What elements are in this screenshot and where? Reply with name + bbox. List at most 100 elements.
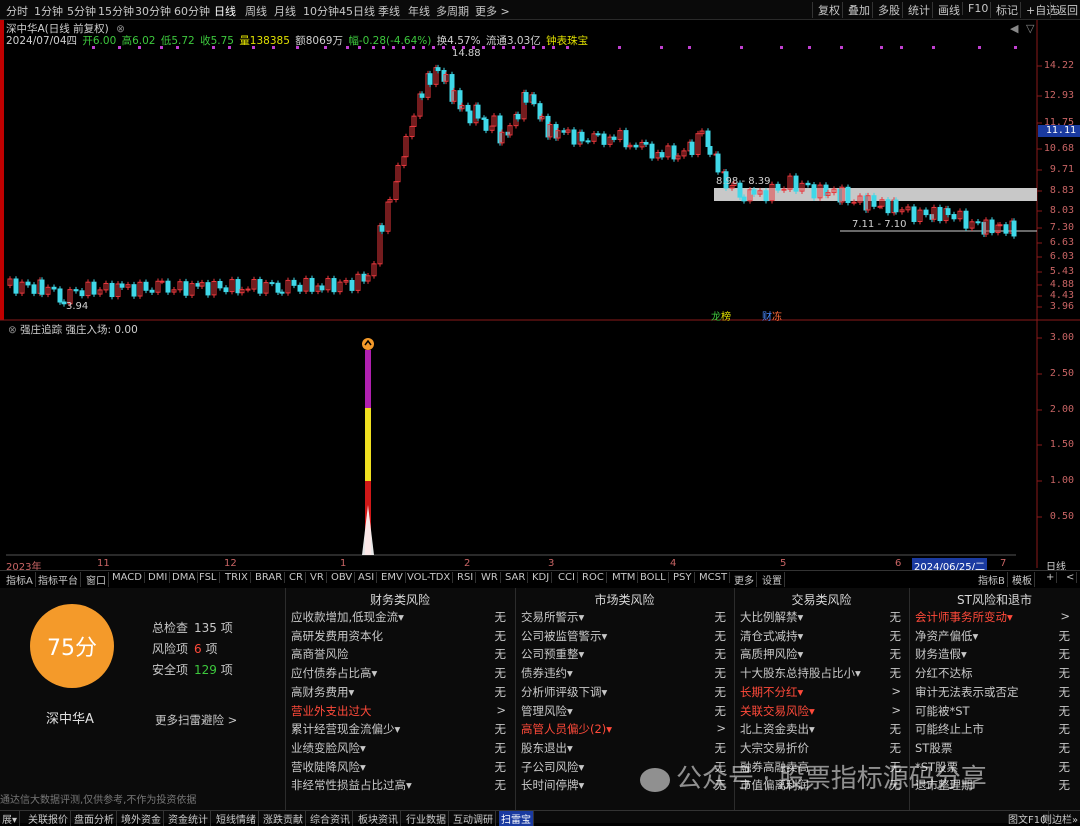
bottom-tab[interactable]: 盘面分析 (72, 811, 117, 826)
indicator-collapse-icon[interactable]: ⊗ (8, 324, 17, 336)
indicator-tab[interactable]: DMI (146, 572, 171, 583)
risk-item-label[interactable]: ST股票 (915, 740, 952, 756)
bottom-tab[interactable]: 境外资金 (119, 811, 164, 826)
risk-item-label[interactable]: 债券违约▾ (521, 665, 573, 681)
risk-item-label[interactable]: 长时间停牌▾ (521, 777, 584, 793)
risk-item-label[interactable]: 高管人员偏少(2)▾ (521, 721, 612, 737)
bottom-tab-active[interactable]: 扫雷宝 (499, 811, 534, 826)
period-tab[interactable]: 15分钟 (98, 3, 134, 19)
risk-item-label[interactable]: 股东退出▾ (521, 740, 573, 756)
indicator-tab[interactable]: SAR (503, 572, 529, 583)
lhb-badge[interactable]: 龙榜 (711, 308, 731, 323)
indicator-tab[interactable]: CR (287, 572, 306, 583)
risk-item-label[interactable]: 审计无法表示或否定 (915, 684, 1019, 700)
detail-chevron-icon[interactable]: > (710, 721, 726, 735)
indicator-tab[interactable]: FSL (197, 572, 220, 583)
period-tab[interactable]: 季线 (378, 3, 400, 19)
mark-button[interactable]: 标记 (990, 2, 1018, 18)
detail-chevron-icon[interactable]: > (885, 703, 901, 717)
add-indicator-button[interactable]: + (1044, 572, 1058, 583)
period-tab[interactable]: 周线 (245, 3, 267, 19)
period-tab[interactable]: 60分钟 (174, 3, 210, 19)
risk-item-label[interactable]: 北上资金卖出▾ (740, 721, 815, 737)
fuquan-button[interactable]: 复权 (812, 2, 840, 18)
indicator-tab[interactable]: BRAR (253, 572, 286, 583)
settings-tab[interactable]: 设置 (760, 572, 785, 587)
risk-item-label[interactable]: 大宗交易折价 (740, 740, 809, 756)
period-tab[interactable]: 月线 (274, 3, 296, 19)
risk-item-label[interactable]: 营收陡降风险▾ (291, 759, 366, 775)
risk-item-label[interactable]: 营业外支出过大 (291, 703, 372, 719)
risk-item-label[interactable]: 大比例解禁▾ (740, 609, 803, 625)
indicator-tab[interactable]: MCST (697, 572, 731, 583)
bottom-tab[interactable]: 互动调研 (451, 811, 496, 826)
period-tab[interactable]: 年线 (408, 3, 430, 19)
risk-item-label[interactable]: 交易所警示▾ (521, 609, 584, 625)
period-tab[interactable]: 10分钟 (303, 3, 339, 19)
draw-line-button[interactable]: 画线 (932, 2, 960, 18)
period-tab[interactable]: 多周期 (436, 3, 469, 19)
chevron-left-icon[interactable]: ◀ (1010, 22, 1018, 35)
indicator-tab[interactable]: TRIX (223, 572, 251, 583)
bottom-tab[interactable]: 短线情绪 (214, 811, 259, 826)
more-periods-button[interactable]: 更多 > (475, 3, 510, 19)
detail-chevron-icon[interactable]: > (885, 684, 901, 698)
risk-item-label[interactable]: 公司预重整▾ (521, 646, 584, 662)
indicator-tab[interactable]: BOLL (638, 572, 669, 583)
indicator-tab[interactable]: OBV (329, 572, 356, 583)
risk-item-label[interactable]: 净资产偏低▾ (915, 628, 978, 644)
indicator-tab[interactable]: MACD (110, 572, 145, 583)
back-button[interactable]: 返回 (1050, 2, 1078, 18)
risk-item-label[interactable]: 应付债券占比高▾ (291, 665, 377, 681)
period-tab[interactable]: 分时 (6, 3, 28, 19)
indicator-b-tab[interactable]: 指标B (976, 572, 1008, 587)
risk-item-label[interactable]: 高商誉风险 (291, 646, 349, 662)
risk-item-label[interactable]: 财务造假▾ (915, 646, 967, 662)
multi-stock-button[interactable]: 多股 (872, 2, 900, 18)
indicator-tab[interactable]: MTM (610, 572, 639, 583)
indicator-tab[interactable]: VR (308, 572, 327, 583)
indicator-tab[interactable]: 指标平台 (36, 572, 81, 587)
indicator-tab[interactable]: WR (479, 572, 501, 583)
template-tab[interactable]: 模板 (1010, 572, 1035, 587)
period-tab[interactable]: 1分钟 (34, 3, 63, 19)
detail-chevron-icon[interactable]: > (1054, 609, 1070, 623)
period-tab[interactable]: 30分钟 (135, 3, 171, 19)
risk-item-label[interactable]: 关联交易风险▾ (740, 703, 815, 719)
stats-button[interactable]: 统计 (902, 2, 930, 18)
risk-item-label[interactable]: 管理风险▾ (521, 703, 573, 719)
indicator-tab[interactable]: 更多 (732, 572, 757, 587)
bottom-tab[interactable]: 资金统计 (166, 811, 211, 826)
indicator-tab[interactable]: ASI (356, 572, 378, 583)
risk-item-label[interactable]: 清仓式减持▾ (740, 628, 803, 644)
risk-item-label[interactable]: 公司被监管警示▾ (521, 628, 607, 644)
risk-item-label[interactable]: 高研发费用资本化 (291, 628, 383, 644)
indicator-tab[interactable]: CCI (556, 572, 578, 583)
indicator-tab[interactable]: EMV (379, 572, 406, 583)
risk-item-label[interactable]: 子公司风险▾ (521, 759, 584, 775)
indicator-tab[interactable]: RSI (455, 572, 477, 583)
risk-item-label[interactable]: 高质押风险▾ (740, 646, 803, 662)
risk-item-label[interactable]: 长期不分红▾ (740, 684, 803, 700)
indicator-tab[interactable]: ROC (580, 572, 607, 583)
risk-item-label[interactable]: 可能被*ST (915, 703, 970, 719)
chevron-down-icon[interactable]: ▽ (1026, 22, 1034, 35)
risk-item-label[interactable]: 可能终止上市 (915, 721, 984, 737)
detail-chevron-icon[interactable]: > (490, 703, 506, 717)
indicator-tab[interactable]: PSY (671, 572, 695, 583)
risk-item-label[interactable]: 十大股东总持股占比小▾ (740, 665, 861, 681)
indicator-tab[interactable]: 窗口 (84, 572, 109, 587)
period-tab[interactable]: 5分钟 (67, 3, 96, 19)
overlay-button[interactable]: 叠加 (842, 2, 870, 18)
risk-item-label[interactable]: 分析师评级下调▾ (521, 684, 607, 700)
risk-item-label[interactable]: 分红不达标 (915, 665, 973, 681)
indicator-tab[interactable]: 指标A (4, 572, 36, 587)
bottom-tab[interactable]: 综合资讯 (308, 811, 353, 826)
kline-chart[interactable] (0, 20, 1080, 570)
risk-item-label[interactable]: 应收款增加,低现金流▾ (291, 609, 404, 625)
bottom-tab[interactable]: 行业数据 (404, 811, 449, 826)
scroll-left-button[interactable]: < (1064, 572, 1078, 583)
period-tab-active[interactable]: 日线 (214, 3, 236, 19)
risk-item-label[interactable]: 业绩变脸风险▾ (291, 740, 366, 756)
bottom-tab[interactable]: 关联报价 (26, 811, 71, 826)
